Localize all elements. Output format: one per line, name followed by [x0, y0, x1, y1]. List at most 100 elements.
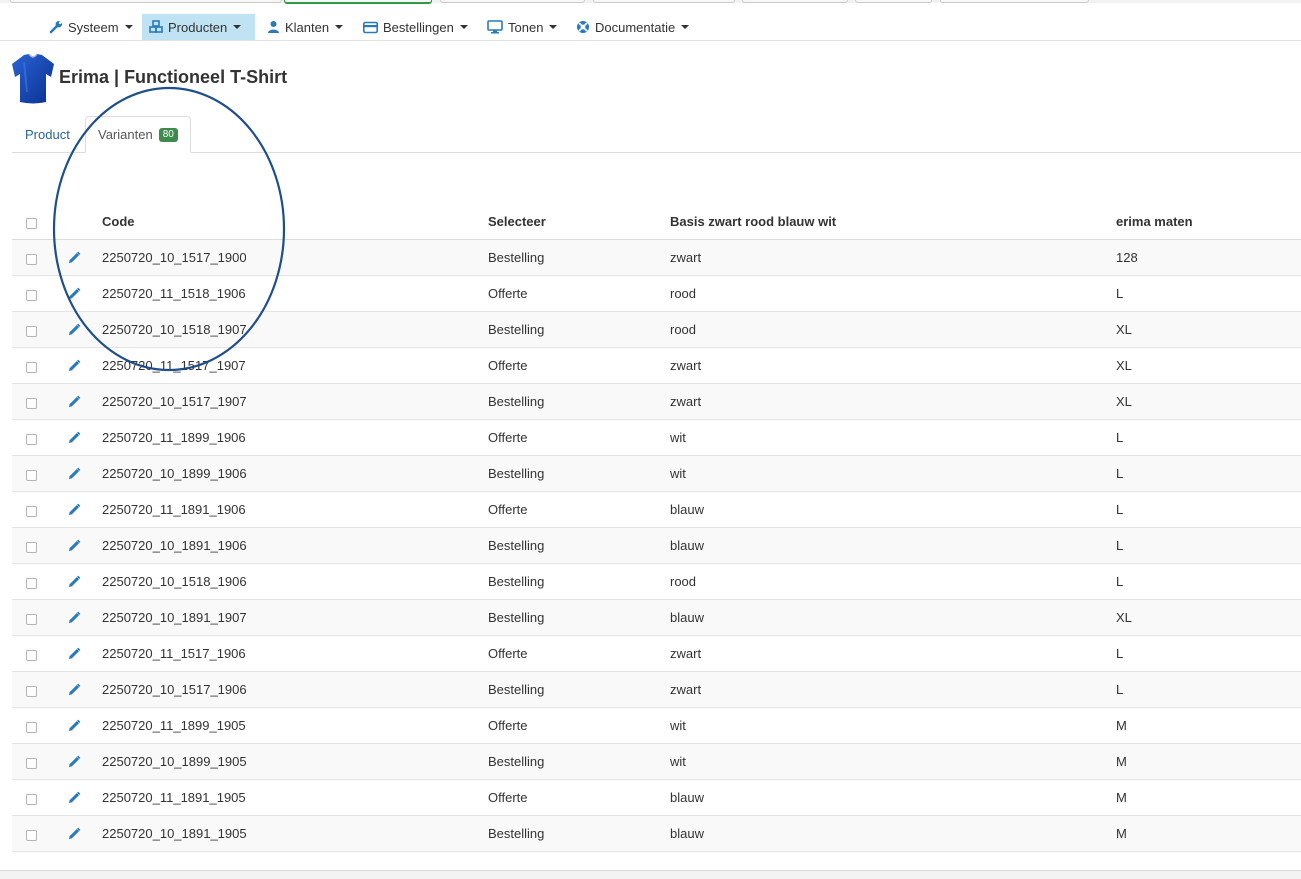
edit-icon[interactable] [67, 539, 81, 553]
variant-code[interactable]: 2250720_11_1517_1907 [102, 348, 246, 383]
variant-code[interactable]: 2250720_10_1899_1905 [102, 744, 247, 779]
edit-icon[interactable] [67, 611, 81, 625]
row-checkbox[interactable] [26, 794, 37, 805]
edit-button[interactable] [67, 420, 81, 455]
edit-icon[interactable] [67, 359, 81, 373]
row-checkbox[interactable] [26, 830, 37, 841]
variant-code[interactable]: 2250720_10_1899_1906 [102, 456, 247, 491]
variant-code[interactable]: 2250720_11_1891_1905 [102, 780, 246, 815]
variant-code[interactable]: 2250720_11_1891_1906 [102, 492, 246, 527]
menu-systeem[interactable]: Systeem [42, 14, 140, 40]
toolbar-button[interactable] [593, 0, 735, 3]
menu-tonen[interactable]: Tonen [480, 14, 564, 40]
menu-klanten[interactable]: Klanten [260, 14, 350, 40]
variant-code[interactable]: 2250720_10_1517_1906 [102, 672, 247, 707]
row-checkbox[interactable] [26, 362, 37, 373]
variant-code[interactable]: 2250720_10_1518_1906 [102, 564, 247, 599]
edit-icon[interactable] [67, 287, 81, 301]
variant-code[interactable]: 2250720_10_1517_1907 [102, 384, 247, 419]
row-checkbox[interactable] [26, 326, 37, 337]
edit-icon[interactable] [67, 431, 81, 445]
toolbar-button[interactable] [440, 0, 585, 3]
menu-bestellingen[interactable]: Bestellingen [356, 14, 475, 40]
table-row[interactable]: 2250720_10_1891_1905 Bestelling blauw M [12, 816, 1301, 852]
table-row[interactable]: 2250720_11_1517_1906 Offerte zwart L [12, 636, 1301, 672]
table-row[interactable]: 2250720_10_1518_1906 Bestelling rood L [12, 564, 1301, 600]
table-row[interactable]: 2250720_11_1899_1906 Offerte wit L [12, 420, 1301, 456]
edit-button[interactable] [67, 708, 81, 743]
row-checkbox[interactable] [26, 290, 37, 301]
edit-icon[interactable] [67, 251, 81, 265]
row-checkbox[interactable] [26, 506, 37, 517]
edit-icon[interactable] [67, 647, 81, 661]
variant-code[interactable]: 2250720_10_1517_1900 [102, 240, 247, 275]
edit-icon[interactable] [67, 683, 81, 697]
edit-button[interactable] [67, 492, 81, 527]
edit-icon[interactable] [67, 827, 81, 841]
table-row[interactable]: 2250720_10_1891_1907 Bestelling blauw XL [12, 600, 1301, 636]
edit-button[interactable] [67, 312, 81, 347]
toolbar-primary-button[interactable] [284, 0, 432, 4]
table-row[interactable]: 2250720_11_1517_1907 Offerte zwart XL [12, 348, 1301, 384]
row-checkbox[interactable] [26, 758, 37, 769]
table-row[interactable]: 2250720_10_1517_1900 Bestelling zwart 128 [12, 240, 1301, 276]
edit-button[interactable] [67, 240, 81, 275]
edit-button[interactable] [67, 276, 81, 311]
row-checkbox[interactable] [26, 650, 37, 661]
column-header-select[interactable]: Selecteer [488, 204, 546, 239]
variant-code[interactable]: 2250720_10_1518_1907 [102, 312, 247, 347]
row-checkbox[interactable] [26, 614, 37, 625]
table-row[interactable]: 2250720_11_1891_1905 Offerte blauw M [12, 780, 1301, 816]
edit-button[interactable] [67, 744, 81, 779]
menu-documentatie[interactable]: Documentatie [569, 14, 696, 40]
edit-icon[interactable] [67, 395, 81, 409]
table-row[interactable]: 2250720_11_1899_1905 Offerte wit M [12, 708, 1301, 744]
variant-code[interactable]: 2250720_11_1899_1906 [102, 420, 246, 455]
row-checkbox[interactable] [26, 578, 37, 589]
edit-button[interactable] [67, 384, 81, 419]
table-row[interactable]: 2250720_10_1518_1907 Bestelling rood XL [12, 312, 1301, 348]
edit-icon[interactable] [67, 575, 81, 589]
row-checkbox[interactable] [26, 254, 37, 265]
variant-code[interactable]: 2250720_11_1899_1905 [102, 708, 246, 743]
edit-icon[interactable] [67, 503, 81, 517]
edit-button[interactable] [67, 564, 81, 599]
edit-icon[interactable] [67, 467, 81, 481]
row-checkbox[interactable] [26, 722, 37, 733]
edit-icon[interactable] [67, 323, 81, 337]
toolbar-button[interactable] [10, 0, 282, 3]
edit-button[interactable] [67, 348, 81, 383]
variant-code[interactable]: 2250720_11_1517_1906 [102, 636, 246, 671]
variant-code[interactable]: 2250720_11_1518_1906 [102, 276, 246, 311]
menu-producten[interactable]: Producten [142, 14, 255, 40]
tab-product[interactable]: Product [13, 116, 82, 152]
column-header-size[interactable]: erima maten [1116, 204, 1193, 239]
table-row[interactable]: 2250720_10_1517_1907 Bestelling zwart XL [12, 384, 1301, 420]
column-header-color[interactable]: Basis zwart rood blauw wit [670, 204, 836, 239]
table-row[interactable]: 2250720_10_1517_1906 Bestelling zwart L [12, 672, 1301, 708]
edit-button[interactable] [67, 456, 81, 491]
table-row[interactable]: 2250720_11_1518_1906 Offerte rood L [12, 276, 1301, 312]
edit-button[interactable] [67, 780, 81, 815]
edit-button[interactable] [67, 528, 81, 563]
edit-icon[interactable] [67, 755, 81, 769]
table-row[interactable]: 2250720_10_1899_1905 Bestelling wit M [12, 744, 1301, 780]
row-checkbox[interactable] [26, 434, 37, 445]
row-checkbox[interactable] [26, 398, 37, 409]
edit-icon[interactable] [67, 791, 81, 805]
tab-variants[interactable]: Varianten 80 [85, 116, 191, 153]
row-checkbox[interactable] [26, 542, 37, 553]
edit-button[interactable] [67, 636, 81, 671]
toolbar-button[interactable] [855, 0, 932, 3]
toolbar-button[interactable] [742, 0, 848, 3]
table-row[interactable]: 2250720_11_1891_1906 Offerte blauw L [12, 492, 1301, 528]
variant-code[interactable]: 2250720_10_1891_1906 [102, 528, 247, 563]
table-row[interactable]: 2250720_10_1899_1906 Bestelling wit L [12, 456, 1301, 492]
toolbar-button[interactable] [940, 0, 1089, 3]
variant-code[interactable]: 2250720_10_1891_1907 [102, 600, 247, 635]
table-row[interactable]: 2250720_10_1891_1906 Bestelling blauw L [12, 528, 1301, 564]
edit-button[interactable] [67, 600, 81, 635]
row-checkbox[interactable] [26, 686, 37, 697]
row-checkbox[interactable] [26, 470, 37, 481]
edit-button[interactable] [67, 816, 81, 851]
